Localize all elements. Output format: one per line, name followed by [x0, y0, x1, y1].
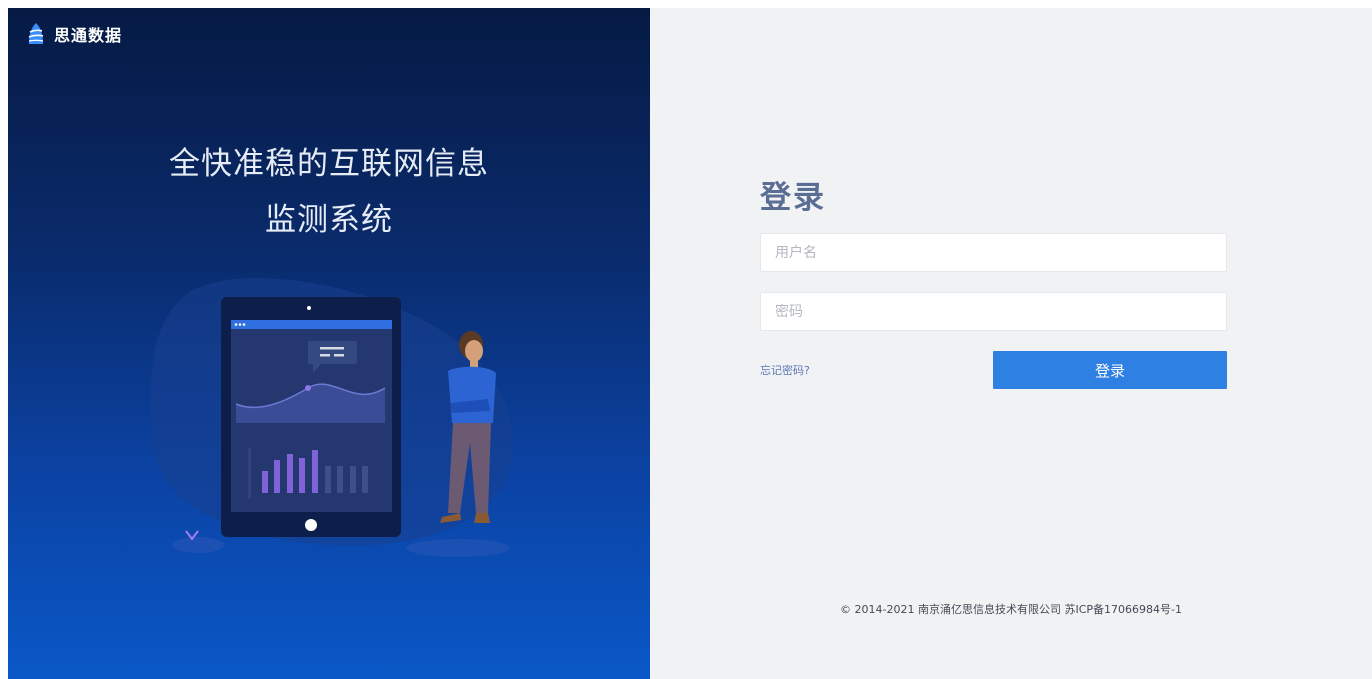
ground-shadow-right — [406, 539, 510, 557]
login-title: 登录 — [760, 180, 826, 216]
login-panel: 登录 忘记密码? 登录 © 2014-2021 南京涌亿思信息技术有限公司 苏I… — [650, 8, 1372, 679]
hero-panel: 思通数据 全快准稳的互联网信息 监测系统 — [8, 8, 650, 679]
chat-bubble — [308, 341, 357, 364]
hero-line-1: 全快准稳的互联网信息 — [169, 146, 489, 182]
brand-name: 思通数据 — [54, 26, 123, 45]
tablet-screen-bar — [231, 320, 392, 329]
login-button[interactable]: 登录 — [993, 351, 1227, 389]
login-actions: 忘记密码? 登录 — [760, 351, 1227, 390]
login-form: 登录 忘记密码? 登录 — [760, 168, 1227, 390]
login-page: 思通数据 全快准稳的互联网信息 监测系统 登录 用户名 忘记密码? 登录 © 2… — [0, 0, 1372, 679]
brand-logo-icon — [28, 23, 44, 44]
wave-point — [305, 385, 311, 391]
tablet-home-button — [305, 519, 317, 531]
dashboard-illustration — [150, 278, 513, 557]
tablet-camera — [307, 306, 311, 310]
username-input[interactable] — [760, 233, 1227, 272]
top-strip — [0, 0, 1372, 8]
hero-headline: 全快准稳的互联网信息 监测系统 — [8, 136, 650, 248]
brand[interactable]: 思通数据 — [26, 22, 122, 46]
hero-line-2: 监测系统 — [265, 202, 393, 238]
password-input[interactable] — [760, 292, 1227, 331]
footer-copyright: © 2014-2021 南京涌亿思信息技术有限公司 苏ICP备17066984号… — [840, 603, 1182, 616]
forgot-password-link[interactable]: 忘记密码? — [760, 362, 810, 378]
ground-shadow-left — [172, 537, 224, 553]
